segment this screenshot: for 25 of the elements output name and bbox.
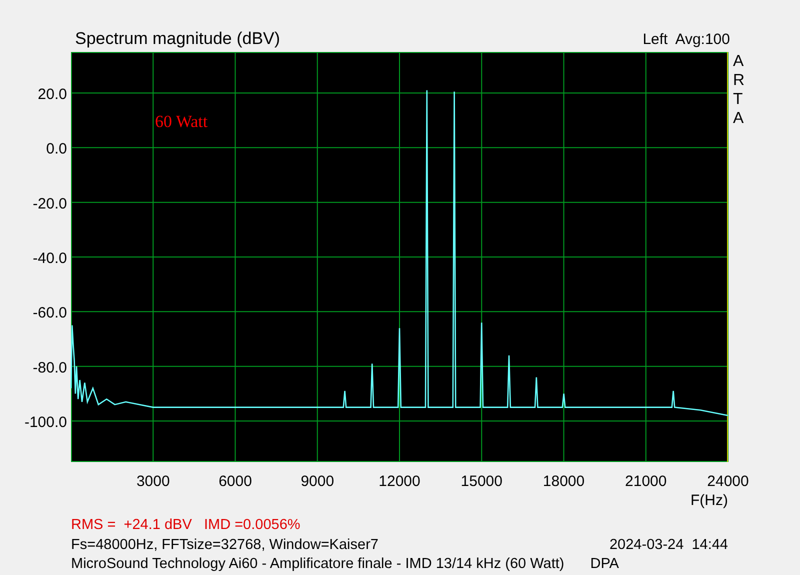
axis-tick-label: 18000 bbox=[542, 473, 585, 490]
axis-tick-label: 21000 bbox=[625, 473, 667, 490]
chart-title: Spectrum magnitude (dBV) bbox=[75, 29, 280, 49]
axis-tick-label: -100.0 bbox=[24, 414, 67, 431]
axis-tick-label: -80.0 bbox=[32, 359, 67, 376]
axis-title: F(Hz) bbox=[690, 492, 728, 509]
channel-info: Left Avg:100 bbox=[642, 31, 730, 49]
axis-tick-label: 24000 bbox=[707, 473, 749, 490]
author-label: DPA bbox=[590, 555, 619, 574]
axis-tick-label: -40.0 bbox=[32, 250, 67, 267]
axis-tick-label: 0.0 bbox=[46, 140, 67, 158]
axis-tick-label: 3000 bbox=[136, 473, 170, 490]
measurement-summary: RMS = +24.1 dBV IMD =0.0056% bbox=[71, 516, 300, 535]
axis-tick-label: -20.0 bbox=[32, 195, 67, 212]
axis-tick-label: 12000 bbox=[378, 473, 420, 490]
analysis-settings: Fs=48000Hz, FFTsize=32768, Window=Kaiser7 bbox=[71, 536, 378, 554]
axis-tick-label: 6000 bbox=[218, 473, 252, 490]
axis-tick-label: 20.0 bbox=[38, 86, 67, 103]
plot-annotation: 60 Watt bbox=[155, 112, 208, 131]
measurement-description: MicroSound Technology Ai60 - Amplificatore finale - IMD 13/14 kHz (60 Watt) bbox=[71, 555, 564, 574]
axis-tick-label: 9000 bbox=[300, 473, 334, 490]
axis-tick-label: 15000 bbox=[460, 473, 502, 490]
axis-tick-label: -60.0 bbox=[32, 304, 67, 322]
vertical-logo: ARTA bbox=[733, 53, 745, 127]
timestamp: 2024-03-24 14:44 bbox=[609, 536, 728, 554]
